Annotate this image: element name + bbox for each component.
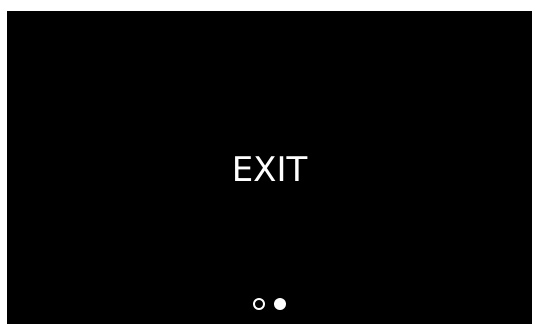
page-dot-2-active[interactable]	[274, 298, 286, 310]
exit-button[interactable]: EXIT	[7, 11, 532, 324]
page-dot-1[interactable]	[253, 298, 265, 310]
page-indicator	[7, 297, 532, 311]
display-screen: EXIT	[7, 11, 532, 324]
exit-label: EXIT	[231, 149, 308, 190]
